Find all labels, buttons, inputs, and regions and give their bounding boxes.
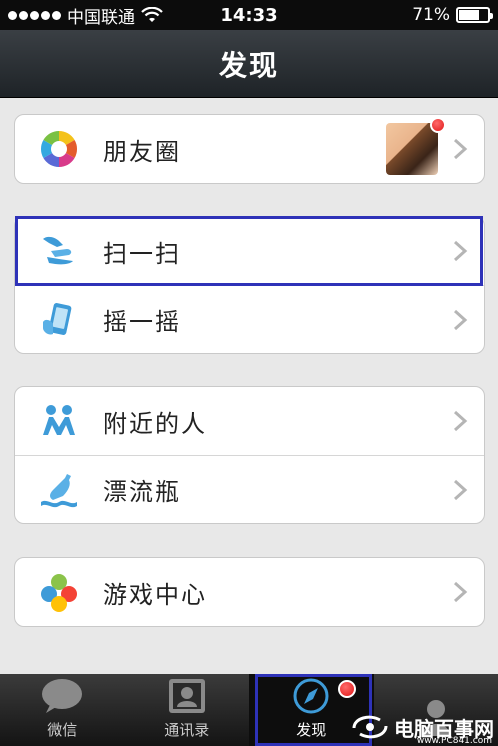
drift-bottle-icon [41, 473, 77, 507]
status-time: 14:33 [220, 4, 278, 26]
tab-label: 通讯录 [164, 721, 210, 739]
wifi-icon [141, 7, 163, 22]
shake-icon [43, 302, 72, 335]
group-nearby-bottle: 附近的人 漂流瓶 [14, 386, 485, 524]
moments-icon [40, 131, 78, 167]
tab-chats[interactable]: 微信 [0, 674, 125, 746]
group-moments: 朋友圈 [14, 114, 485, 184]
watermark-logo-icon [352, 715, 388, 739]
menu-item-label: 摇一摇 [103, 308, 181, 336]
page-title: 发现 [218, 48, 279, 82]
menu-item-shake[interactable]: 摇一摇 [15, 285, 484, 353]
nav-bar: 发现 [0, 30, 498, 98]
scan-highlight-box [15, 216, 483, 286]
watermark-sub: www.PC841.com [416, 736, 492, 746]
moments-thumbnail [386, 123, 438, 175]
status-bar: 中国联通 14:33 71% [0, 0, 498, 30]
menu-item-moments[interactable]: 朋友圈 [15, 115, 484, 183]
tab-label: 微信 [47, 721, 78, 739]
status-left: 中国联通 [8, 3, 163, 28]
signal-strength-icon [8, 10, 61, 20]
battery-fill [459, 10, 479, 20]
chevron-right-icon [453, 410, 468, 432]
chevron-right-icon [453, 309, 468, 330]
chat-bubble-icon [42, 679, 83, 713]
menu-item-label: 漂流瓶 [103, 478, 181, 506]
battery-icon [456, 7, 493, 23]
chevron-right-icon [453, 138, 468, 160]
group-game-center: 游戏中心 [14, 557, 485, 627]
tab-contacts[interactable]: 通讯录 [125, 674, 250, 746]
chevron-right-icon [453, 581, 468, 603]
status-right: 71% [412, 5, 493, 25]
battery-percent: 71% [412, 5, 450, 25]
people-nearby-icon [43, 405, 75, 435]
notification-badge [430, 117, 446, 133]
menu-item-label: 朋友圈 [103, 137, 181, 166]
menu-item-label: 附近的人 [103, 409, 207, 438]
menu-item-people-nearby[interactable]: 附近的人 [15, 387, 484, 455]
game-center-icon [41, 574, 77, 612]
chevron-right-icon [453, 479, 468, 500]
carrier-label: 中国联通 [67, 7, 135, 28]
menu-item-label: 游戏中心 [103, 580, 207, 609]
menu-item-game-center[interactable]: 游戏中心 [15, 558, 484, 626]
menu-item-drift-bottle[interactable]: 漂流瓶 [15, 455, 484, 523]
contacts-icon [168, 679, 205, 713]
